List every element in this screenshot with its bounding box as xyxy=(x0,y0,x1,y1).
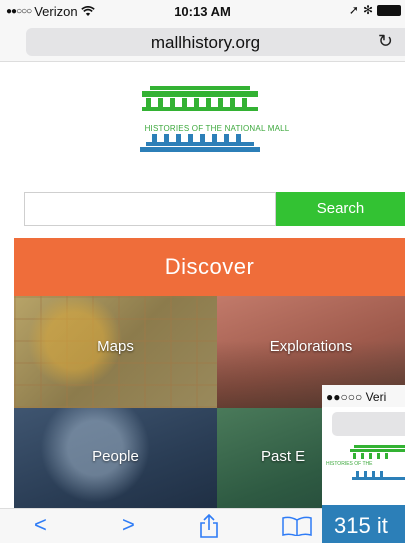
tile-label: Maps xyxy=(97,338,134,355)
mall-building-icon xyxy=(350,445,405,480)
discover-heading: Discover xyxy=(14,238,405,296)
tile-people[interactable]: People xyxy=(14,408,217,508)
safari-screen: ●●○○○ Verizon 10:13 AM ➚ ✻ mallhistory.o… xyxy=(0,0,405,543)
search-button[interactable]: Search xyxy=(276,192,405,226)
overlapping-screenshot: ●●○○○ Veri HISTORIES OF THE 315 it xyxy=(322,385,405,543)
url-text[interactable]: mallhistory.org xyxy=(26,33,385,53)
site-logo[interactable]: HISTORIES OF THE NATIONAL MALL xyxy=(92,86,342,162)
share-icon[interactable] xyxy=(198,514,220,538)
browser-toolbar: < > xyxy=(0,508,322,543)
logo-text: HISTORIES OF THE NATIONAL MALL xyxy=(144,124,290,133)
address-bar[interactable]: mallhistory.org ↻ xyxy=(26,28,405,56)
location-icon: ➚ xyxy=(348,3,359,17)
clock: 10:13 AM xyxy=(174,4,231,19)
overlay-logo-text: HISTORIES OF THE xyxy=(326,461,373,467)
address-bar-area: mallhistory.org ↻ xyxy=(0,24,405,62)
forward-icon[interactable]: > xyxy=(122,513,135,537)
bluetooth-icon: ✻ xyxy=(362,3,373,17)
search-input[interactable] xyxy=(24,192,276,226)
tile-maps[interactable]: Maps xyxy=(14,296,217,408)
back-icon[interactable]: < xyxy=(34,513,47,537)
overlay-address-bar xyxy=(332,412,405,436)
tile-label: People xyxy=(92,448,139,465)
tile-label: Explorations xyxy=(269,338,353,355)
reload-icon[interactable]: ↻ xyxy=(378,31,393,52)
status-bar: ●●○○○ Verizon 10:13 AM ➚ ✻ xyxy=(0,0,405,24)
overlay-status-bar: ●●○○○ Veri xyxy=(322,385,405,407)
battery-icon xyxy=(377,4,401,16)
overlay-logo: HISTORIES OF THE xyxy=(326,445,405,493)
bookmarks-icon[interactable] xyxy=(282,516,312,536)
overlay-item-count: 315 it xyxy=(322,505,405,543)
